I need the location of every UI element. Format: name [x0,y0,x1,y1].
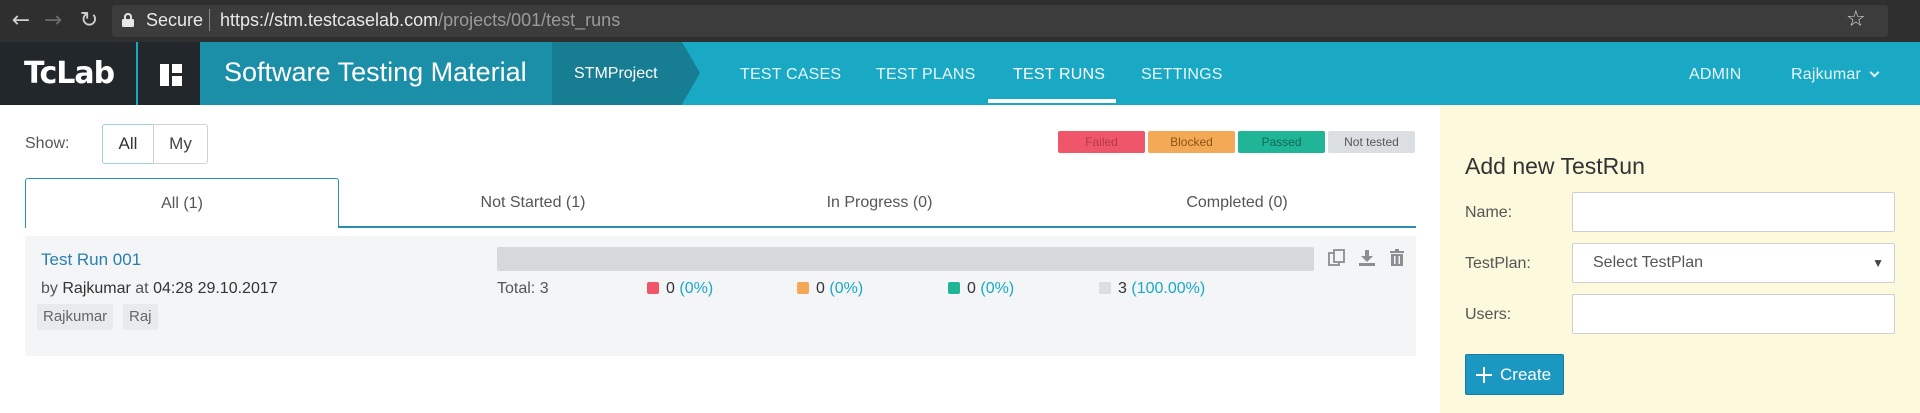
run-date: 04:28 29.10.2017 [153,280,278,297]
show-label: Show: [25,135,70,152]
test-run-card: Test Run 001 by Rajkumar at 04:28 29.10.… [25,236,1416,356]
name-input[interactable] [1572,192,1895,232]
not-tested-swatch [1099,282,1111,294]
brand-title: Software Testing Material [224,57,527,87]
logo: TcLab [24,56,115,91]
filter-all-button[interactable]: All [102,124,154,164]
testplan-label: TestPlan: [1465,255,1531,272]
browser-chrome: ← → ↻ Secure https://stm.testcaselab.com… [0,0,1920,42]
stat-percent: (0%) [829,280,864,297]
menu-test-plans[interactable]: TEST PLANS [876,66,976,84]
name-label: Name: [1465,204,1513,221]
url-path: /projects/001/test_runs [438,10,621,30]
tab-in-progress[interactable]: In Progress (0) [701,178,1058,228]
passed-swatch [948,282,960,294]
test-run-meta: by Rajkumar at 04:28 29.10.2017 [41,280,278,298]
chevron-down-icon [1869,67,1880,78]
blocked-swatch [797,282,809,294]
run-author: Rajkumar [62,280,131,297]
create-label: Create [1500,365,1552,384]
trash-icon[interactable] [1387,248,1407,268]
stat-count: 3 [1118,280,1127,297]
tab-completed[interactable]: Completed (0) [1058,178,1416,228]
app-header: TcLab Software Testing Material STMProje… [0,42,1920,105]
legend-blocked: Blocked [1148,131,1235,153]
dashboard-button[interactable] [136,42,200,105]
test-run-title[interactable]: Test Run 001 [41,250,141,270]
testplan-selected: Select TestPlan [1593,254,1703,271]
filter-my-button[interactable]: My [153,124,208,164]
at-word: at [135,280,149,297]
user-tag: Rajkumar [37,304,114,330]
stat-percent: (0%) [980,280,1015,297]
url-host: https://stm.testcaselab.com [220,10,439,30]
menu-test-runs[interactable]: TEST RUNS [1013,66,1105,84]
lock-icon [122,13,134,27]
legend-not-tested: Not tested [1328,131,1415,153]
project-selector[interactable]: STMProject [552,42,682,105]
user-tag: Raj [123,304,158,330]
back-arrow-icon[interactable]: ← [8,8,34,34]
copy-icon[interactable] [1327,248,1347,268]
security-label: Secure [146,10,204,30]
stat-count: 0 [666,280,675,297]
active-menu-underline [988,99,1116,103]
stat-count: 0 [967,280,976,297]
run-progress-bar [497,247,1314,271]
download-icon[interactable] [1357,248,1377,268]
url-separator [209,9,210,31]
forward-arrow-icon[interactable]: → [40,8,66,34]
stat-not-tested: 3 (100.00%) [1099,280,1205,298]
add-testrun-panel: Add new TestRun Name: TestPlan: Select T… [1440,105,1920,413]
reload-icon[interactable]: ↻ [76,8,102,34]
users-label: Users: [1465,306,1512,323]
users-input[interactable] [1572,294,1895,334]
select-caret-icon: ▼ [1872,256,1884,270]
stat-count: 0 [816,280,825,297]
dashboard-grid-icon [160,64,182,86]
failed-swatch [647,282,659,294]
tab-not-started[interactable]: Not Started (1) [365,178,701,228]
user-menu[interactable]: Rajkumar [1791,66,1880,84]
panel-title: Add new TestRun [1465,153,1645,179]
create-button[interactable]: Create [1465,354,1564,395]
menu-settings[interactable]: SETTINGS [1141,66,1223,84]
stat-passed: 0 (0%) [948,280,1014,298]
menu-admin[interactable]: ADMIN [1689,66,1742,84]
project-name: STMProject [574,65,658,82]
logo-area[interactable]: TcLab [0,42,136,105]
stat-blocked: 0 (0%) [797,280,863,298]
plus-icon [1476,367,1492,383]
testplan-select[interactable]: Select TestPlan ▼ [1572,243,1895,283]
legend-passed: Passed [1238,131,1325,153]
by-prefix: by [41,280,58,297]
tab-all[interactable]: All (1) [25,178,339,228]
stat-percent: (100.00%) [1131,280,1206,297]
run-total: Total: 3 [497,280,549,297]
legend-failed: Failed [1058,131,1145,153]
project-arrow-shape [682,42,700,104]
bookmark-star-icon[interactable]: ☆ [1846,7,1866,32]
brand-area: Software Testing Material [200,42,552,105]
run-status-tabs: All (1) Not Started (1) In Progress (0) … [25,178,1416,228]
stat-percent: (0%) [679,280,714,297]
url-text[interactable]: https://stm.testcaselab.com/projects/001… [220,10,620,31]
user-name: Rajkumar [1791,66,1862,83]
stat-failed: 0 (0%) [647,280,713,298]
menu-test-cases[interactable]: TEST CASES [740,66,841,84]
